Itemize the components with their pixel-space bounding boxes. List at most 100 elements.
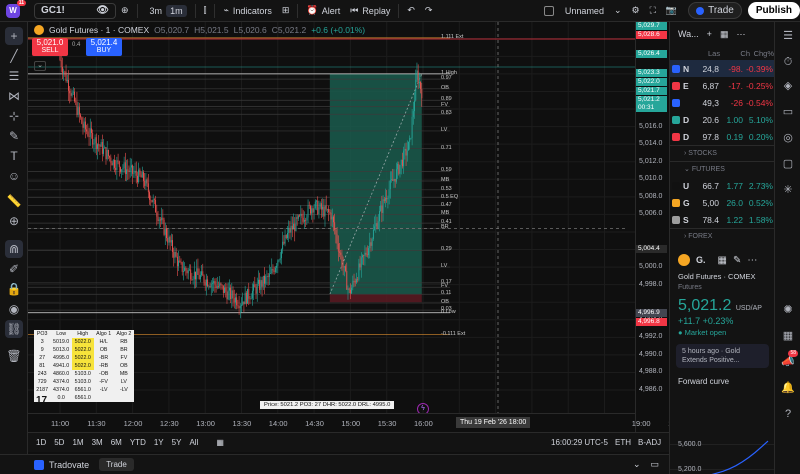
- megaphone-icon[interactable]: 📣 58: [780, 350, 798, 370]
- edit-icon[interactable]: ✎: [733, 255, 741, 266]
- adjust-toggle[interactable]: B-ADJ: [638, 438, 661, 447]
- detail-short[interactable]: G.: [696, 255, 706, 265]
- buy-button[interactable]: 5,021.4 BUY: [86, 38, 122, 56]
- layout-name[interactable]: Unnamed: [560, 0, 609, 22]
- eye-icon[interactable]: 👁: [96, 5, 109, 16]
- layout-checkbox[interactable]: [543, 5, 554, 16]
- target-icon[interactable]: ◎: [780, 130, 796, 146]
- footer-trade-button[interactable]: Trade: [99, 458, 134, 471]
- more-detail-icon[interactable]: ⋯: [747, 255, 757, 266]
- section-futures[interactable]: ⌄ FUTURES: [670, 161, 774, 177]
- lock-icon[interactable]: 🔒: [5, 280, 23, 298]
- range-button[interactable]: 3M: [88, 438, 107, 447]
- range-button[interactable]: All: [185, 438, 202, 447]
- range-button[interactable]: 6M: [107, 438, 126, 447]
- prediction-icon[interactable]: ⊹: [5, 107, 23, 125]
- timeframe-1m[interactable]: 1m: [166, 4, 187, 17]
- maximize-icon[interactable]: ▭: [650, 459, 659, 470]
- grid-icon[interactable]: ▦: [718, 255, 727, 266]
- sell-button[interactable]: 5,021.0 SELL: [32, 38, 68, 56]
- range-button[interactable]: 1Y: [150, 438, 168, 447]
- range-button[interactable]: 5D: [50, 438, 68, 447]
- ideas-icon[interactable]: ✳: [780, 182, 796, 198]
- camera-icon[interactable]: 📷: [661, 0, 682, 22]
- price-axis[interactable]: 5,018.05,016.05,014.05,012.05,010.05,008…: [635, 22, 669, 432]
- watchlist-row[interactable]: E 6,87 -17. -0.25%: [670, 77, 774, 94]
- help-icon[interactable]: ?: [780, 406, 796, 422]
- watchlist-row[interactable]: 49,3 -26 -0.54%: [670, 94, 774, 111]
- time-axis[interactable]: Thu 19 Feb '26 18:00 11:00 11:30 12:00 12:3…: [28, 413, 687, 432]
- alert-button[interactable]: ⏰ Alert: [301, 0, 345, 22]
- col-change[interactable]: Ch: [728, 49, 750, 58]
- fib-icon[interactable]: ☰: [5, 67, 23, 85]
- clock[interactable]: 16:00:29 UTC-5: [551, 438, 608, 447]
- publish-button[interactable]: Publish: [747, 2, 800, 19]
- settings-gear-icon[interactable]: ⚙: [627, 0, 645, 22]
- calendar-icon[interactable]: ▦: [780, 328, 796, 344]
- brush-icon[interactable]: ✎: [5, 127, 23, 145]
- watchlist-row[interactable]: S 78.4 1.22 1.58%: [670, 211, 774, 228]
- eye-visibility-icon[interactable]: ◉: [5, 300, 23, 318]
- watchlist-row[interactable]: N 24,8 -98. -0.39%: [670, 60, 774, 77]
- trade-button[interactable]: Trade: [688, 2, 742, 19]
- watchlist-icon[interactable]: ☰: [780, 28, 796, 44]
- add-symbol-button[interactable]: ⊕: [116, 0, 134, 22]
- replay-button[interactable]: ⏮ Replay: [345, 0, 395, 22]
- candle-body: [170, 240, 172, 243]
- broker-name[interactable]: Tradovate: [49, 460, 89, 470]
- redo-icon[interactable]: ↷: [420, 0, 438, 22]
- col-change-pct[interactable]: Chg%: [750, 49, 774, 58]
- templates-icon[interactable]: ⊞: [277, 0, 295, 22]
- fullscreen-icon[interactable]: ⛶: [645, 0, 661, 22]
- candle-body: [110, 157, 112, 163]
- bell-icon[interactable]: 🔔: [780, 380, 796, 396]
- timeframe-3m[interactable]: 3m: [146, 5, 167, 17]
- app-logo[interactable]: W 11: [6, 0, 26, 18]
- crosshair-icon[interactable]: +: [5, 27, 23, 45]
- pulse-icon[interactable]: ✺: [780, 302, 796, 318]
- trash-icon[interactable]: 🗑: [5, 347, 23, 365]
- emoji-icon[interactable]: ☺: [5, 167, 23, 185]
- more-icon[interactable]: ⋯: [736, 29, 745, 40]
- news-item[interactable]: 5 hours ago · Gold Extends Positive...: [676, 344, 769, 368]
- add-icon[interactable]: +: [707, 29, 712, 39]
- col-last[interactable]: Las: [708, 49, 728, 58]
- chevron-down-icon[interactable]: ⌄: [609, 0, 627, 22]
- link-icon[interactable]: ⛓: [5, 320, 23, 338]
- text-icon[interactable]: T: [5, 147, 23, 165]
- chat-bubble-icon[interactable]: ▢: [780, 156, 796, 172]
- pattern-icon[interactable]: ⋈: [5, 87, 23, 105]
- watchlist-row[interactable]: G 5,00 26.0 0.52%: [670, 194, 774, 211]
- watchlist-row[interactable]: D 97.8 0.19 0.20%: [670, 128, 774, 145]
- indicators-button[interactable]: ⌁ Indicators: [218, 0, 276, 22]
- range-button[interactable]: 5Y: [168, 438, 186, 447]
- candle-body: [337, 243, 339, 252]
- range-button[interactable]: 1M: [68, 438, 87, 447]
- calendar-icon[interactable]: ▦: [212, 438, 228, 447]
- minimize-icon[interactable]: ⌄: [633, 459, 641, 470]
- layers-icon[interactable]: ◈: [780, 78, 796, 94]
- session-toggle[interactable]: ETH: [615, 438, 631, 447]
- range-button[interactable]: 1D: [32, 438, 50, 447]
- chat-icon[interactable]: ▭: [780, 104, 796, 120]
- watchlist-title[interactable]: Wa...: [678, 29, 699, 39]
- lock-drawings-icon[interactable]: ✐: [5, 260, 23, 278]
- undo-icon[interactable]: ↶: [402, 0, 420, 22]
- price-tick-label: 5,012.0: [639, 157, 663, 165]
- bar-style-icon[interactable]: ⫿: [199, 0, 212, 22]
- range-button[interactable]: YTD: [126, 438, 150, 447]
- magnet-icon[interactable]: ⋒: [5, 240, 23, 258]
- collapse-chevron-icon[interactable]: ⌄: [34, 61, 46, 71]
- candle-body: [184, 267, 186, 271]
- trendline-icon[interactable]: ╱: [5, 47, 23, 65]
- symbol-search[interactable]: GC1! 👁: [34, 2, 116, 19]
- ruler-icon[interactable]: 📏: [5, 192, 23, 210]
- layout-icon[interactable]: ▦: [720, 29, 729, 40]
- watchlist-row[interactable]: D 20.6 1.00 5.10%: [670, 111, 774, 128]
- watchlist-row[interactable]: U 66.7 1.77 2.73%: [670, 177, 774, 194]
- section-stocks[interactable]: › STOCKS: [670, 145, 774, 161]
- section-forex[interactable]: › FOREX: [670, 228, 774, 244]
- zoom-icon[interactable]: ⊕: [5, 212, 23, 230]
- alerts-clock-icon[interactable]: ⏱: [780, 54, 796, 70]
- chart-pane[interactable]: Gold Futures · 1 · COMEX O5,020.7 H5,021…: [28, 22, 635, 432]
